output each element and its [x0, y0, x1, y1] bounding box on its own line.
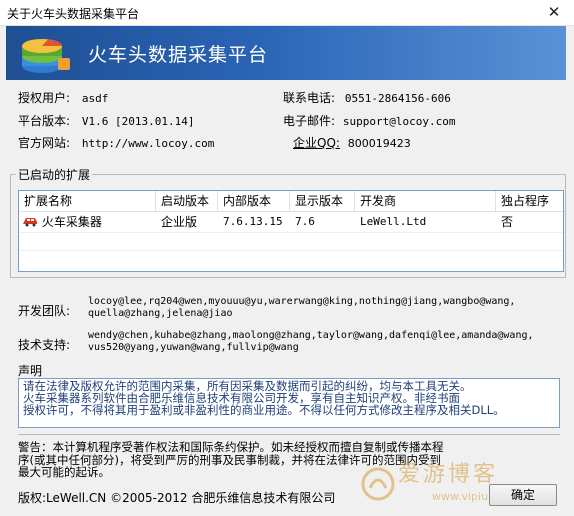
- support-members: wendy@chen,kuhabe@zhang,maolong@zhang,ta…: [88, 330, 534, 354]
- website-link[interactable]: http://www.locoy.com: [82, 137, 214, 150]
- extension-edition: 企业版: [161, 215, 198, 229]
- warning-line-3: 最大可能的起诉。: [18, 465, 110, 479]
- website-label: 官方网站:: [18, 136, 71, 150]
- column-header-display[interactable]: 显示版本: [290, 191, 343, 211]
- licensee-label: 授权用户:: [18, 91, 71, 105]
- support-label: 技术支持:: [18, 338, 71, 352]
- team-line-1: locoy@lee,rq204@wen,myouuu@yu,warerwang@…: [88, 296, 516, 307]
- version-row: 平台版本: V1.6 [2013.01.14]: [18, 112, 194, 129]
- app-title: 火车头数据采集平台: [88, 44, 269, 66]
- copyright-warning: 警告：本计算机程序受著作权法和国际条约保护。如未经授权而擅自复制或传播本程 序(…: [18, 441, 518, 479]
- table-header: 扩展名称 启动版本 内部版本 显示版本 开发商 独占程序: [19, 191, 563, 212]
- table-row[interactable]: 火车采集器 企业版 7.6.13.15 7.6 LeWell.Ltd 否: [19, 212, 563, 232]
- phone-value: 0551-2864156-606: [344, 92, 451, 105]
- column-header-name[interactable]: 扩展名称: [19, 191, 72, 211]
- column-header-internal[interactable]: 内部版本: [218, 191, 271, 211]
- phone-label: 联系电话:: [283, 91, 336, 105]
- title-bar: 关于火车头数据采集平台 ✕: [0, 0, 574, 26]
- licensee-row: 授权用户: asdf: [18, 89, 108, 106]
- statement-line-3: 授权许可，不得将其用于盈利或非盈利性的商业用途。不得以任何方式修改主程序及相关D…: [23, 403, 505, 417]
- copyright-text: 版权:LeWell.CN ©2005-2012 合肥乐维信息技术有限公司: [18, 491, 336, 505]
- statement-label: 声明: [18, 364, 43, 378]
- train-icon: [23, 218, 37, 227]
- column-header-edition[interactable]: 启动版本: [156, 191, 209, 211]
- statement-textbox[interactable]: 请在法律及版权允许的范围内采集，所有因采集及数据而引起的纠纷，均与本工具无关。 …: [18, 378, 560, 428]
- database-logo-icon: [22, 39, 70, 73]
- qq-value: 800019423: [347, 137, 411, 150]
- window-title: 关于火车头数据采集平台: [7, 7, 140, 21]
- email-label: 电子邮件:: [283, 114, 336, 128]
- banner: 火车头数据采集平台: [6, 26, 566, 80]
- extensions-table: 扩展名称 启动版本 内部版本 显示版本 开发商 独占程序 火车采集器 企业版 7…: [18, 190, 564, 272]
- support-line-1: wendy@chen,kuhabe@zhang,maolong@zhang,ta…: [88, 330, 534, 341]
- ok-button[interactable]: 确定: [489, 484, 557, 506]
- column-header-vendor[interactable]: 开发商: [355, 191, 396, 211]
- version-value: V1.6 [2013.01.14]: [81, 115, 195, 128]
- qq-label[interactable]: 企业QQ:: [293, 136, 340, 150]
- team-line-2: quella@zhang,jelena@jiao: [88, 308, 233, 319]
- team-label: 开发团队:: [18, 304, 71, 318]
- extension-display-version: 7.6: [295, 215, 315, 228]
- extension-internal-version: 7.6.13.15: [223, 215, 283, 228]
- close-icon[interactable]: ✕: [534, 0, 574, 25]
- divider: [18, 434, 560, 435]
- extension-exclusive: 否: [501, 215, 514, 229]
- version-label: 平台版本:: [18, 114, 71, 128]
- website-row: 官方网站: http://www.locoy.com: [18, 134, 214, 151]
- licensee-value: asdf: [81, 92, 109, 105]
- phone-row: 联系电话: 0551-2864156-606: [283, 89, 451, 106]
- qq-row: 企业QQ: 800019423: [293, 134, 411, 151]
- column-header-exclusive[interactable]: 独占程序: [496, 191, 549, 211]
- row-name-cell: 火车采集器: [19, 212, 102, 232]
- warning-line-1: 警告：本计算机程序受著作权法和国际条约保护。如未经授权而擅自复制或传播本程: [18, 440, 444, 454]
- email-link[interactable]: support@locoy.com: [343, 115, 456, 128]
- team-members: locoy@lee,rq204@wen,myouuu@yu,warerwang@…: [88, 296, 515, 320]
- extensions-section-label: 已启动的扩展: [16, 166, 93, 183]
- email-row: 电子邮件: support@locoy.com: [283, 112, 455, 129]
- extension-vendor: LeWell.Ltd: [360, 215, 427, 228]
- support-line-2: vus520@yang,yuwan@wang,fullvip@wang: [88, 342, 299, 353]
- extension-name: 火车采集器: [41, 215, 102, 229]
